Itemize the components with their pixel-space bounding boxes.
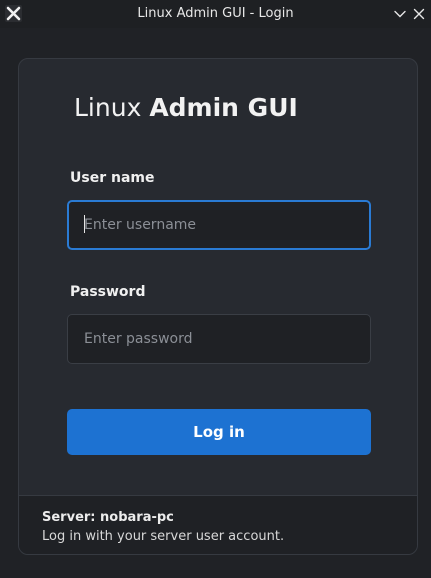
server-info: Server: nobara-pc — [42, 510, 174, 525]
login-card: Linux Admin GUI User name Password Log i… — [18, 58, 418, 555]
login-window: Linux Admin GUI - Login Linux Admin GUI … — [0, 0, 431, 578]
username-label: User name — [70, 170, 155, 186]
username-input[interactable] — [67, 200, 371, 250]
title-bar: Linux Admin GUI - Login — [0, 0, 431, 28]
text-caret — [84, 215, 85, 233]
brand-title: Linux Admin GUI — [74, 93, 298, 122]
login-button[interactable]: Log in — [67, 409, 371, 455]
brand-bold-text: Admin GUI — [149, 93, 298, 122]
minimize-chevron-down-icon[interactable] — [392, 6, 408, 22]
login-hint: Log in with your server user account. — [42, 529, 285, 544]
password-label: Password — [70, 284, 146, 300]
brand-light-text: Linux — [74, 93, 142, 122]
close-icon[interactable] — [411, 6, 427, 22]
window-title: Linux Admin GUI - Login — [137, 6, 294, 21]
password-input[interactable] — [67, 314, 371, 364]
card-footer: Server: nobara-pc Log in with your serve… — [19, 495, 417, 554]
